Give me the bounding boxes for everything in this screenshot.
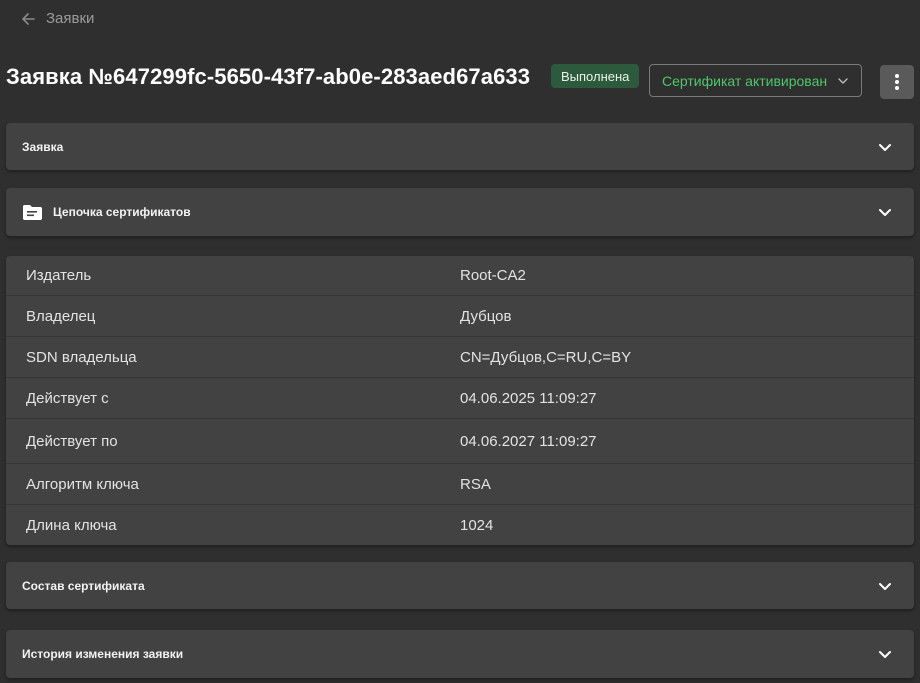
detail-label: Владелец xyxy=(26,307,96,325)
detail-label: Издатель xyxy=(26,267,92,284)
detail-value: CN=Дубцов,C=RU,C=BY xyxy=(460,348,632,366)
section-chain-title: Цепочка сертификатов xyxy=(53,205,191,219)
chevron-down-icon xyxy=(879,651,891,658)
table-row: Действует с 04.06.2025 11:09:27 xyxy=(6,377,914,418)
more-vertical-icon xyxy=(895,74,899,90)
section-request[interactable]: Заявка xyxy=(6,123,914,170)
section-composition-title: Состав сертификата xyxy=(22,578,145,593)
arrow-left-icon xyxy=(22,12,35,25)
back-link-label: Заявки xyxy=(46,10,95,27)
request-page: Заявки Заявка №647299fc-5650-43f7-ab0e-2… xyxy=(0,0,920,683)
detail-value: 1024 xyxy=(460,516,494,534)
section-certificate-chain[interactable]: Цепочка сертификатов xyxy=(6,188,914,236)
detail-label: Действует по xyxy=(26,432,118,450)
table-row: Длина ключа 1024 xyxy=(6,504,914,545)
status-badge: Выполнена xyxy=(551,64,640,88)
page-title: Заявка №647299fc-5650-43f7-ab0e-283aed67… xyxy=(6,64,531,89)
certificate-status-value: Сертификат активирован xyxy=(662,72,828,89)
folder-icon xyxy=(23,204,42,220)
detail-value: RSA xyxy=(460,475,491,493)
table-row: Алгоритм ключа RSA xyxy=(6,463,914,504)
table-row: Издатель Root-CA2 xyxy=(6,256,914,295)
section-request-history[interactable]: История изменения заявки xyxy=(6,630,914,678)
detail-label: Длина ключа xyxy=(26,516,117,534)
detail-label: Алгоритм ключа xyxy=(26,475,139,493)
table-row: Владелец Дубцов xyxy=(6,295,914,336)
back-link[interactable]: Заявки xyxy=(20,10,94,27)
section-request-title: Заявка xyxy=(22,139,64,154)
certificate-status-select[interactable]: Сертификат активирован xyxy=(649,64,862,97)
chevron-down-icon xyxy=(879,143,891,151)
table-row: Действует по 04.06.2027 11:09:27 xyxy=(6,418,914,463)
section-history-title: История изменения заявки xyxy=(22,647,184,661)
certificate-details-table: Издатель Root-CA2 Владелец Дубцов SDN вл… xyxy=(6,256,914,545)
detail-value: 04.06.2027 11:09:27 xyxy=(460,432,597,450)
section-certificate-composition[interactable]: Состав сертификата xyxy=(6,562,914,609)
chevron-down-icon xyxy=(879,582,891,590)
more-actions-button[interactable] xyxy=(880,65,914,99)
detail-value: Root-CA2 xyxy=(460,267,526,284)
detail-label: Действует с xyxy=(26,389,109,407)
chevron-down-icon xyxy=(879,209,891,216)
detail-value: Дубцов xyxy=(460,307,512,325)
detail-value: 04.06.2025 11:09:27 xyxy=(460,389,597,407)
table-row: SDN владельца CN=Дубцов,C=RU,C=BY xyxy=(6,336,914,377)
chevron-down-icon xyxy=(838,77,848,84)
detail-label: SDN владельца xyxy=(26,348,137,366)
